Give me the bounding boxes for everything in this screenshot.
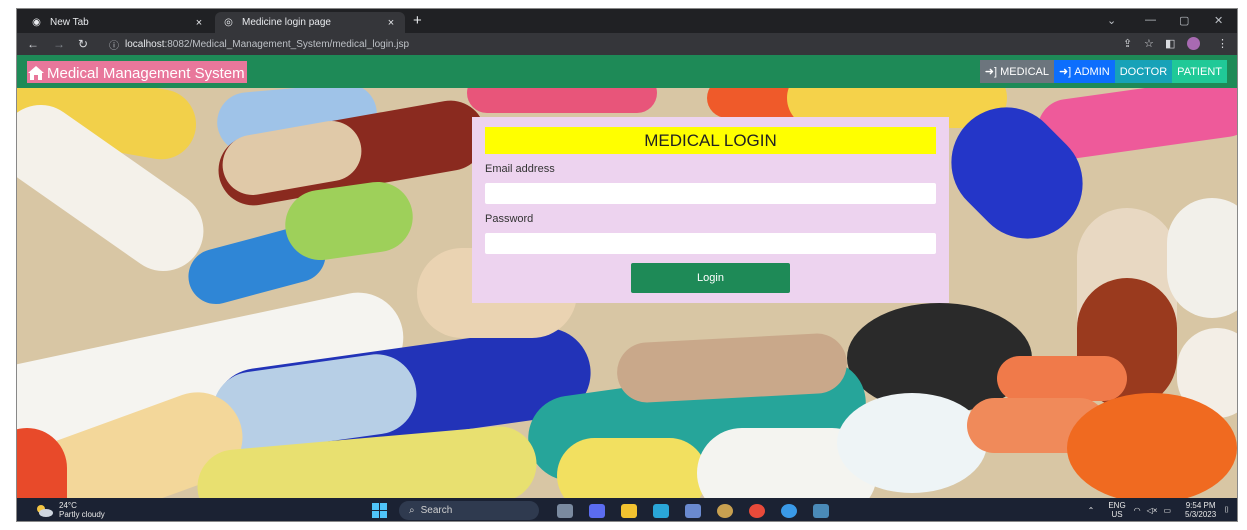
close-tab-icon[interactable]: ×	[193, 17, 205, 29]
nav-doctor-label: DOCTOR	[1119, 65, 1168, 78]
lang-region: US	[1111, 510, 1123, 519]
tab-new-tab[interactable]: ◉ New Tab ×	[23, 12, 213, 33]
system-tray: ⌃ ENG US ◠ ◁× ▭ 9:54 PM 5/3/2023 ⌷	[1088, 501, 1229, 519]
clock[interactable]: 9:54 PM 5/3/2023	[1185, 501, 1216, 519]
battery-icon[interactable]: ▭	[1163, 506, 1171, 515]
lang-code: ENG	[1108, 501, 1126, 510]
nav-medical-label: MEDICAL	[1000, 65, 1049, 78]
chevron-up-icon[interactable]: ⌃	[1088, 506, 1095, 515]
restore-icon[interactable]: ▢	[1179, 14, 1189, 27]
photos-icon[interactable]	[685, 503, 701, 518]
login-button[interactable]: Login	[631, 263, 790, 293]
nav-doctor-button[interactable]: DOCTOR	[1114, 60, 1173, 83]
email-label: Email address	[485, 163, 555, 175]
tab-label: Medicine login page	[242, 17, 331, 28]
clock-date: 5/3/2023	[1185, 510, 1217, 519]
brand-text: Medical Management System	[47, 64, 245, 82]
language-indicator[interactable]: ENG US	[1108, 501, 1125, 519]
url-host: localhost	[125, 38, 165, 50]
chrome-icon: ◉	[32, 17, 41, 28]
nav-admin-button[interactable]: ➜] ADMIN	[1053, 60, 1115, 83]
password-field[interactable]	[485, 233, 936, 254]
nav-links: ➜] MEDICAL ➜] ADMIN DOCTOR PATIENT	[979, 60, 1227, 83]
edge-icon[interactable]	[781, 503, 797, 518]
sign-in-icon: ➜]	[1058, 66, 1072, 78]
password-label: Password	[485, 213, 534, 225]
l-app-icon[interactable]	[653, 503, 669, 518]
email-field[interactable]	[485, 183, 936, 204]
search-icon: ⌕	[409, 505, 415, 516]
url-path: :8082/Medical_Management_System/medical_…	[164, 38, 410, 50]
home-icon	[28, 66, 44, 80]
side-panel-icon[interactable]: ◧	[1165, 37, 1175, 50]
share-icon[interactable]: ⇪	[1123, 37, 1132, 50]
nav-medical-button[interactable]: ➜] MEDICAL	[979, 60, 1054, 83]
task-view-icon[interactable]	[557, 503, 573, 518]
tab-search-chevron-icon[interactable]: ⌄	[1107, 14, 1116, 27]
sign-in-icon: ➜]	[984, 66, 998, 78]
browser-tab-strip: ◉ New Tab × ◎ Medicine login page × + ⌄ …	[17, 9, 1237, 33]
taskbar: 24°C Partly cloudy ⌕ Search ⌃ ENG US ◠ ◁…	[17, 498, 1237, 521]
new-tab-button[interactable]: +	[413, 13, 422, 29]
nav-admin-label: ADMIN	[1074, 65, 1110, 78]
navbar: Medical Management System ➜] MEDICAL ➜] …	[17, 55, 1237, 88]
wifi-icon[interactable]: ◠	[1134, 506, 1141, 515]
reload-icon[interactable]: ↻	[78, 36, 88, 52]
weather-desc: Partly cloudy	[59, 510, 105, 519]
teams-icon[interactable]	[589, 503, 605, 518]
windows-start-icon[interactable]	[372, 503, 387, 518]
back-icon[interactable]: ←	[27, 36, 39, 52]
weather-temp: 24°C	[59, 501, 77, 510]
close-tab-icon[interactable]: ×	[385, 17, 397, 29]
brand-link[interactable]: Medical Management System	[27, 61, 247, 83]
minimize-icon[interactable]: —	[1145, 14, 1156, 26]
tab-medicine-login[interactable]: ◎ Medicine login page ×	[215, 12, 405, 33]
notifications-icon[interactable]: ⌷	[1224, 505, 1229, 515]
bookmark-star-icon[interactable]: ☆	[1144, 37, 1154, 50]
weather-widget[interactable]: 24°C Partly cloudy	[35, 501, 105, 519]
file-explorer-icon[interactable]	[621, 503, 637, 518]
snipping-tool-icon[interactable]	[813, 503, 829, 518]
tab-label: New Tab	[50, 17, 89, 28]
address-bar: ← → ↻ ⓘ localhost :8082/Medical_Manageme…	[17, 33, 1237, 55]
browser-menu-icon[interactable]: ⋮	[1217, 37, 1228, 50]
nav-patient-label: PATIENT	[1177, 65, 1222, 78]
login-card: MEDICAL LOGIN Email address Password Log…	[472, 117, 949, 303]
url-field[interactable]: ⓘ localhost :8082/Medical_Management_Sys…	[109, 36, 1119, 52]
clock-time: 9:54 PM	[1185, 501, 1216, 510]
screen: ◉ New Tab × ◎ Medicine login page × + ⌄ …	[16, 8, 1238, 522]
taskbar-search[interactable]: ⌕ Search	[399, 501, 539, 520]
taskbar-apps: ⌕ Search	[372, 501, 837, 520]
partly-cloudy-icon	[37, 505, 53, 517]
volume-icon[interactable]: ◁×	[1147, 506, 1158, 515]
settings-icon[interactable]	[717, 503, 733, 518]
forward-icon[interactable]: →	[53, 36, 65, 52]
login-title: MEDICAL LOGIN	[485, 127, 936, 154]
chrome-taskbar-icon[interactable]	[749, 503, 765, 518]
web-page: Medical Management System ➜] MEDICAL ➜] …	[17, 55, 1237, 498]
site-info-icon[interactable]: ⓘ	[109, 37, 119, 52]
profile-avatar[interactable]	[1187, 37, 1200, 50]
close-window-icon[interactable]: ✕	[1214, 14, 1223, 27]
search-label: Search	[420, 505, 453, 516]
globe-icon: ◎	[224, 17, 233, 28]
nav-patient-button[interactable]: PATIENT	[1172, 60, 1227, 83]
